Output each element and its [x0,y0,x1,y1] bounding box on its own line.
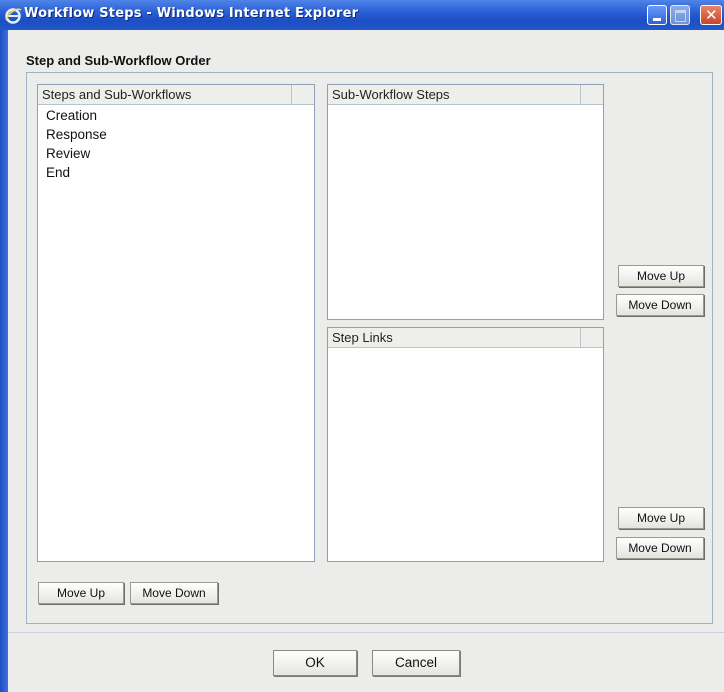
steps-header-label: Steps and Sub-Workflows [42,87,192,102]
subworkflow-move-down-button[interactable]: Move Down [616,294,704,316]
ok-button[interactable]: OK [273,650,357,676]
steps-list-header: Steps and Sub-Workflows [38,85,314,105]
steps-listbox[interactable]: Steps and Sub-Workflows Creation Respons… [37,84,315,562]
steps-list-items: Creation Response Review End [46,106,107,182]
list-item-end[interactable]: End [46,163,107,182]
step-links-listbox[interactable]: Step Links [327,327,604,562]
step-links-header-label: Step Links [332,330,393,345]
list-item-creation[interactable]: Creation [46,106,107,125]
internet-explorer-icon [5,8,22,24]
list-item-review[interactable]: Review [46,144,107,163]
maximize-button[interactable] [670,5,690,25]
window-title: Workflow Steps - Windows Internet Explor… [24,6,359,21]
subworkflow-list-header: Sub-Workflow Steps [328,85,603,105]
step-links-move-up-button[interactable]: Move Up [618,507,704,529]
cancel-button[interactable]: Cancel [372,650,460,676]
group-title: Step and Sub-Workflow Order [26,53,211,68]
close-button[interactable]: ✕ [700,5,722,25]
ie-window: Workflow Steps - Windows Internet Explor… [0,0,724,692]
window-frame-left [0,30,8,692]
minimize-button[interactable] [647,5,667,25]
footer-divider [8,632,724,633]
steps-move-down-button[interactable]: Move Down [130,582,218,604]
subworkflow-steps-listbox[interactable]: Sub-Workflow Steps [327,84,604,320]
subworkflow-move-up-button[interactable]: Move Up [618,265,704,287]
step-links-list-header: Step Links [328,328,603,348]
step-links-move-down-button[interactable]: Move Down [616,537,704,559]
header-divider [580,328,581,347]
steps-move-up-button[interactable]: Move Up [38,582,124,604]
title-bar[interactable]: Workflow Steps - Windows Internet Explor… [0,0,724,31]
header-divider [291,85,292,104]
close-icon: ✕ [705,6,718,24]
list-item-response[interactable]: Response [46,125,107,144]
header-divider [580,85,581,104]
subworkflow-header-label: Sub-Workflow Steps [332,87,450,102]
